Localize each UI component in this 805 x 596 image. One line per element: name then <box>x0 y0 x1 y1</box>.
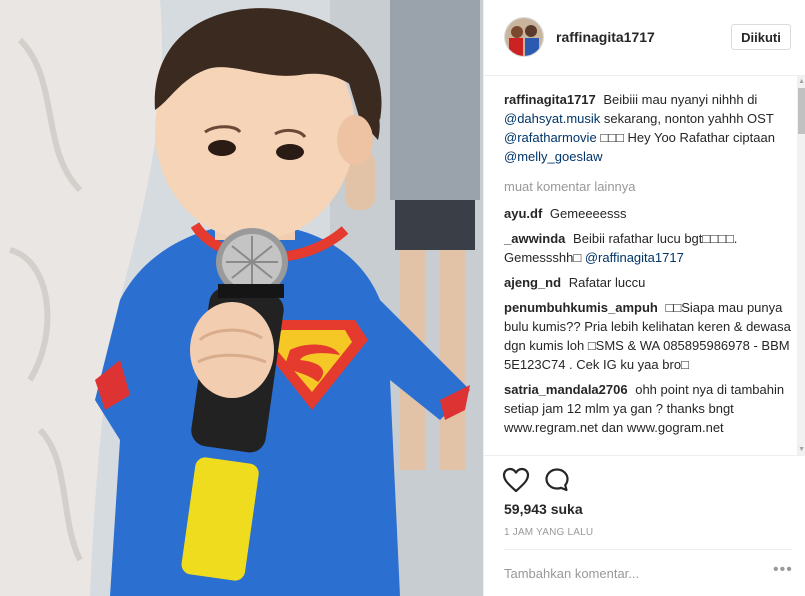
comment-item: ajeng_nd Rafatar luccu <box>504 273 792 292</box>
comment-text: Rafatar luccu <box>568 275 646 290</box>
load-more-comments[interactable]: muat komentar lainnya <box>504 179 792 194</box>
mention-link[interactable]: @raffinagita1717 <box>585 250 684 265</box>
comments-scrollbar[interactable]: ▲ ▼ <box>797 76 805 455</box>
scroll-up-arrow-icon[interactable]: ▲ <box>798 78 805 85</box>
header-username[interactable]: raffinagita1717 <box>556 29 655 45</box>
more-options-icon[interactable]: ••• <box>773 561 793 579</box>
caption-text-1: Beibiii mau nyanyi nihhh di <box>603 92 758 107</box>
comment-bubble-icon[interactable] <box>544 467 570 498</box>
avatar-image <box>505 18 543 56</box>
heart-icon[interactable] <box>502 467 530 498</box>
comment-item: _awwinda Beibii rafathar lucu bgt□□□□. G… <box>504 229 792 267</box>
likes-count[interactable]: 59,943 suka <box>504 501 583 517</box>
caption-username[interactable]: raffinagita1717 <box>504 92 596 107</box>
caption-text-2: sekarang, nonton yahhh OST <box>603 111 774 126</box>
add-comment-input[interactable] <box>504 563 764 583</box>
scrollbar-thumb[interactable] <box>798 88 805 134</box>
comment-username[interactable]: ajeng_nd <box>504 275 561 290</box>
comments-section: raffinagita1717 Beibiii mau nyanyi nihhh… <box>484 76 805 455</box>
divider <box>504 549 792 550</box>
comment-username[interactable]: _awwinda <box>504 231 565 246</box>
comment-text: Gemeeeesss <box>549 206 627 221</box>
comment-username[interactable]: satria_mandala2706 <box>504 382 628 397</box>
post-timestamp[interactable]: 1 JAM YANG LALU <box>504 527 593 538</box>
comment-username[interactable]: ayu.df <box>504 206 542 221</box>
scroll-down-arrow-icon[interactable]: ▼ <box>798 446 805 453</box>
following-button[interactable]: Diikuti <box>731 24 791 50</box>
caption-text-3: □□□ Hey Yoo Rafathar ciptaan <box>600 130 775 145</box>
mention-link[interactable]: @dahsyat.musik <box>504 111 600 126</box>
avatar[interactable] <box>504 17 544 57</box>
mention-link[interactable]: @rafatharmovie <box>504 130 597 145</box>
post-actions: 59,943 suka 1 JAM YANG LALU ••• <box>484 455 805 595</box>
photo-illustration <box>0 0 483 596</box>
comment-item: penumbuhkumis_ampuh □□Siapa mau punya bu… <box>504 298 792 374</box>
post-photo[interactable] <box>0 0 483 596</box>
post-header: raffinagita1717 Diikuti <box>484 0 805 76</box>
comment-item: satria_mandala2706 ohh point nya di tamb… <box>504 380 792 437</box>
comment-username[interactable]: penumbuhkumis_ampuh <box>504 300 658 315</box>
post-side-panel: raffinagita1717 Diikuti raffinagita1717 … <box>483 0 805 596</box>
comment-item: ayu.df Gemeeeesss <box>504 204 792 223</box>
comments-list: raffinagita1717 Beibiii mau nyanyi nihhh… <box>504 90 792 443</box>
caption: raffinagita1717 Beibiii mau nyanyi nihhh… <box>504 90 792 166</box>
mention-link[interactable]: @melly_goeslaw <box>504 149 602 164</box>
